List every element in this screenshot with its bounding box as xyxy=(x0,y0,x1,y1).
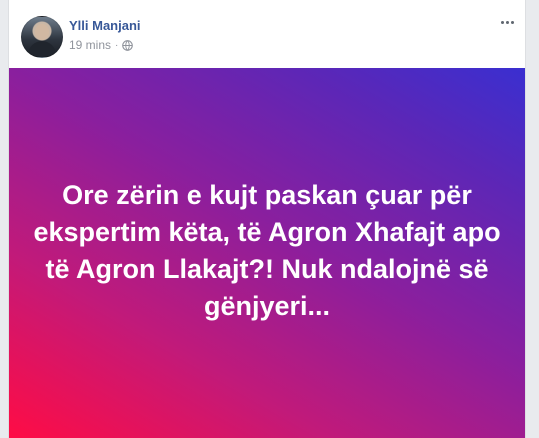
post-card: Ylli Manjani 19 mins · Ore zërin e kujt … xyxy=(8,0,526,438)
post-header: Ylli Manjani 19 mins · xyxy=(9,0,525,68)
post-timestamp[interactable]: 19 mins xyxy=(69,38,111,52)
author-avatar[interactable] xyxy=(21,16,63,58)
globe-icon[interactable] xyxy=(122,39,134,51)
page: Ylli Manjani 19 mins · Ore zërin e kujt … xyxy=(0,0,539,438)
more-options-icon[interactable] xyxy=(497,14,517,30)
post-meta: 19 mins · xyxy=(69,38,134,52)
author-name[interactable]: Ylli Manjani xyxy=(69,18,141,33)
avatar-face xyxy=(35,24,49,40)
post-message: Ore zërin e kujt paskan çuar për ekspert… xyxy=(33,180,501,321)
meta-separator: · xyxy=(115,39,119,51)
more-dot xyxy=(510,20,514,24)
more-dot xyxy=(505,20,509,24)
more-dot xyxy=(500,20,504,24)
avatar-shoulders xyxy=(28,41,56,57)
colored-status-background: Ore zërin e kujt paskan çuar për ekspert… xyxy=(9,68,525,438)
